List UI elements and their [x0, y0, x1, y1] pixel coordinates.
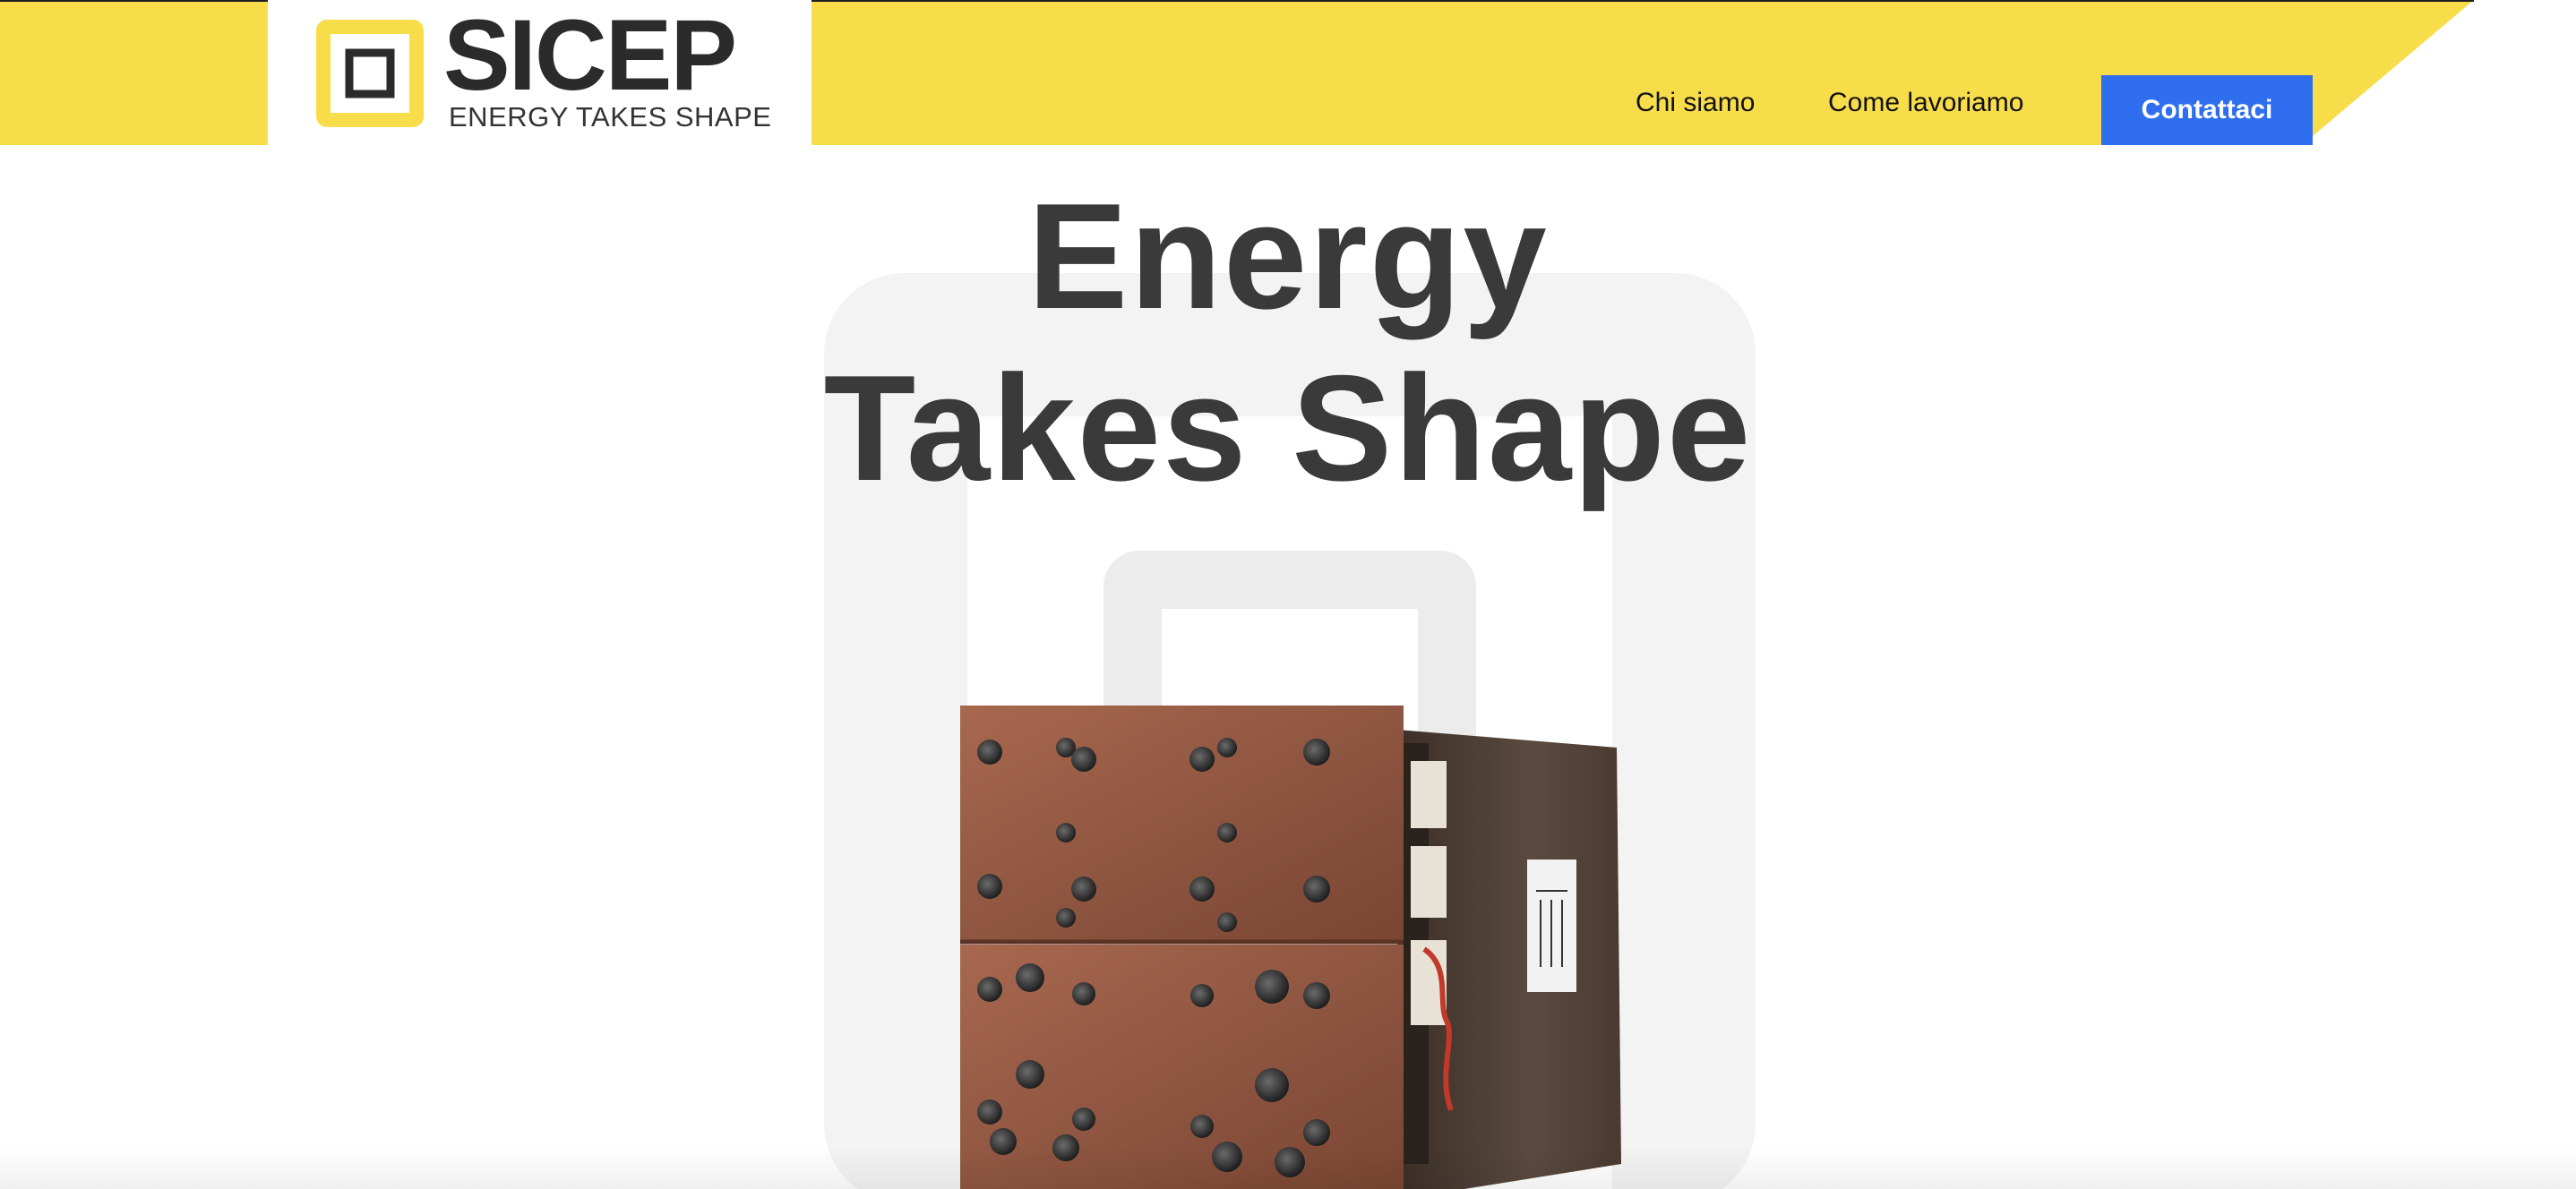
- square-logo-icon: [316, 20, 424, 127]
- nav-link-chi-siamo[interactable]: Chi siamo: [1636, 88, 1755, 118]
- hero-title-line-2: Takes Shape: [823, 344, 1753, 512]
- nav-link-come-lavoriamo[interactable]: Come lavoriamo: [1828, 88, 2023, 118]
- site-logo[interactable]: SICEP ENERGY TAKES SHAPE: [268, 0, 811, 148]
- hero-title: Energy Takes Shape: [0, 170, 2576, 514]
- contact-button[interactable]: Contattaci: [2101, 75, 2313, 145]
- brand-name: SICEP: [443, 0, 737, 111]
- battery-module-image: [960, 706, 1621, 1189]
- page: SICEP ENERGY TAKES SHAPE Chi siamo Come …: [0, 0, 2576, 1189]
- hero-title-line-1: Energy: [1027, 172, 1549, 340]
- brand-tagline: ENERGY TAKES SHAPE: [449, 101, 772, 133]
